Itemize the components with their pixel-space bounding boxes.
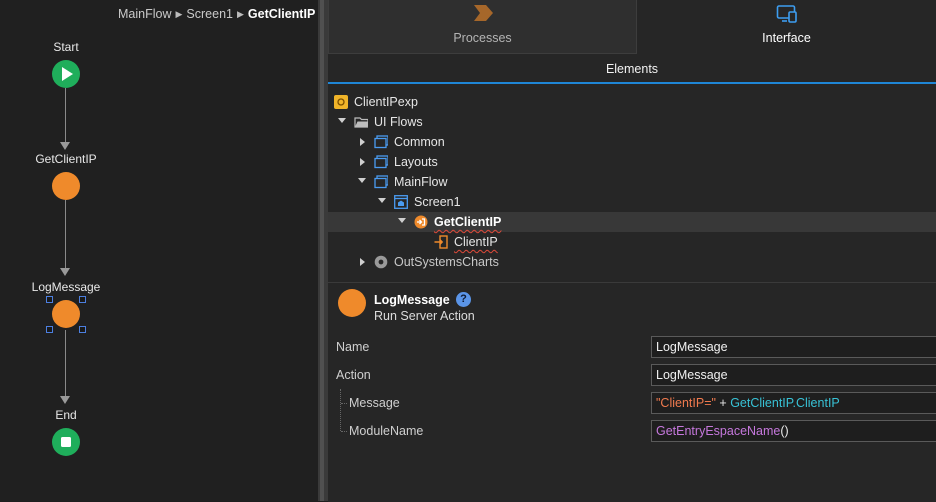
module-name-function: GetEntryEspaceName <box>656 424 781 438</box>
elements-tree[interactable]: ClientIPexp UI Flows Common Layouts Main… <box>328 92 936 280</box>
message-reference: GetClientIP.ClientIP <box>730 396 840 410</box>
tree-item-outsystems-charts-label: OutSystemsCharts <box>394 255 499 269</box>
flow-connector <box>65 200 66 268</box>
tab-interface-label: Interface <box>762 31 811 45</box>
tab-interface[interactable]: Interface <box>637 0 936 54</box>
flow-connector <box>65 88 66 142</box>
properties-panel: LogMessage ? Run Server Action Name LogM… <box>328 282 936 502</box>
breadcrumb-mainflow[interactable]: MainFlow <box>118 7 172 21</box>
chevron-down-icon[interactable] <box>358 178 366 183</box>
tree-item-screen1-label: Screen1 <box>414 195 461 209</box>
selection-handle[interactable] <box>46 326 53 333</box>
tree-item-mainflow-label: MainFlow <box>394 175 448 189</box>
splitter-grip <box>320 0 324 501</box>
property-module-name-label: ModuleName <box>349 424 424 438</box>
property-name-label: Name <box>336 340 370 354</box>
selection-handle[interactable] <box>79 296 86 303</box>
get-client-ip-node[interactable] <box>52 172 80 200</box>
message-operator: + <box>715 396 731 410</box>
chevron-right-icon[interactable] <box>360 158 365 166</box>
breadcrumb-current: GetClientIP <box>247 7 316 21</box>
screen-icon <box>394 195 408 209</box>
stop-icon <box>61 437 71 447</box>
interface-icon <box>776 5 797 23</box>
message-string-literal: "ClientIP=" <box>656 396 716 410</box>
tree-item-common-label: Common <box>394 135 445 149</box>
end-node[interactable] <box>52 428 80 456</box>
chevron-right-icon[interactable] <box>360 258 365 266</box>
chevron-right-icon: ▶ <box>236 9 244 19</box>
module-name-parens: () <box>780 424 789 438</box>
breadcrumb: MainFlow ▶ Screen1 ▶ GetClientIP <box>118 7 315 21</box>
action-field[interactable]: LogMessage <box>651 364 936 386</box>
chevron-down-icon[interactable] <box>398 218 406 223</box>
name-field[interactable]: LogMessage <box>651 336 936 358</box>
chevron-down-icon[interactable] <box>378 198 386 203</box>
tree-item-layouts[interactable]: Layouts <box>328 152 936 172</box>
tab-processes[interactable]: Processes <box>328 0 637 54</box>
get-client-ip-node-label: GetClientIP <box>35 152 97 166</box>
message-field[interactable]: "ClientIP=" + GetClientIP.ClientIP <box>651 392 936 414</box>
ui-flow-icon <box>374 155 388 169</box>
processes-icon <box>473 5 493 21</box>
arrow-down-icon <box>60 268 70 276</box>
tree-item-ui-flows-label: UI Flows <box>374 115 423 129</box>
tree-item-mainflow[interactable]: MainFlow <box>328 172 936 192</box>
tree-item-app-label: ClientIPexp <box>354 95 418 109</box>
flow-canvas[interactable]: MainFlow ▶ Screen1 ▶ GetClientIP Start GetCl… <box>0 0 318 501</box>
log-message-node-label: LogMessage <box>31 280 101 294</box>
output-parameter-icon <box>434 235 448 249</box>
arrow-down-icon <box>60 396 70 404</box>
tree-item-get-client-ip[interactable]: GetClientIP <box>328 212 936 232</box>
selection-handle[interactable] <box>79 326 86 333</box>
properties-title: LogMessage <box>374 293 450 307</box>
property-message-label: Message <box>349 396 400 410</box>
flow-connector <box>65 330 66 396</box>
start-node[interactable] <box>52 60 80 88</box>
tree-item-common[interactable]: Common <box>328 132 936 152</box>
folder-open-icon <box>354 117 368 128</box>
breadcrumb-screen1[interactable]: Screen1 <box>186 7 233 21</box>
ui-flow-icon <box>374 175 388 189</box>
chevron-right-icon[interactable] <box>360 138 365 146</box>
module-reference-icon <box>374 255 388 269</box>
selection-handle[interactable] <box>46 296 53 303</box>
module-name-field[interactable]: GetEntryEspaceName() <box>651 420 936 442</box>
tab-processes-label: Processes <box>453 31 512 45</box>
log-message-node[interactable] <box>52 300 80 328</box>
tree-item-get-client-ip-label: GetClientIP <box>434 215 502 229</box>
properties-subtitle: Run Server Action <box>374 309 475 323</box>
elements-header[interactable]: Elements <box>328 54 936 84</box>
tree-item-client-ip-label: ClientIP <box>454 235 498 249</box>
property-action-label: Action <box>336 368 371 382</box>
app-icon <box>334 95 348 109</box>
property-action-row: Action LogMessage <box>328 364 936 388</box>
tree-item-app[interactable]: ClientIPexp <box>328 92 936 112</box>
arrow-down-icon <box>60 142 70 150</box>
elements-panel: Processes Interface Elements ClientIPexp… <box>328 0 936 502</box>
tree-item-screen1[interactable]: Screen1 <box>328 192 936 212</box>
tree-item-outsystems-charts[interactable]: OutSystemsCharts <box>328 252 936 272</box>
elements-header-label: Elements <box>605 62 659 76</box>
property-message-row: Message "ClientIP=" + GetClientIP.Client… <box>328 392 936 416</box>
help-icon[interactable]: ? <box>456 292 471 307</box>
property-module-name-row: ModuleName GetEntryEspaceName() <box>328 420 936 444</box>
end-node-label: End <box>55 408 77 422</box>
start-node-label: Start <box>53 40 79 54</box>
ui-flow-icon <box>374 135 388 149</box>
property-name-row: Name LogMessage <box>328 336 936 360</box>
chevron-right-icon: ▶ <box>175 9 183 19</box>
client-action-icon <box>414 215 428 229</box>
play-icon <box>62 67 73 81</box>
tree-item-ui-flows[interactable]: UI Flows <box>328 112 936 132</box>
tree-item-client-ip[interactable]: ClientIP <box>328 232 936 252</box>
chevron-down-icon[interactable] <box>338 118 346 123</box>
tree-item-layouts-label: Layouts <box>394 155 438 169</box>
server-action-icon <box>338 289 366 317</box>
